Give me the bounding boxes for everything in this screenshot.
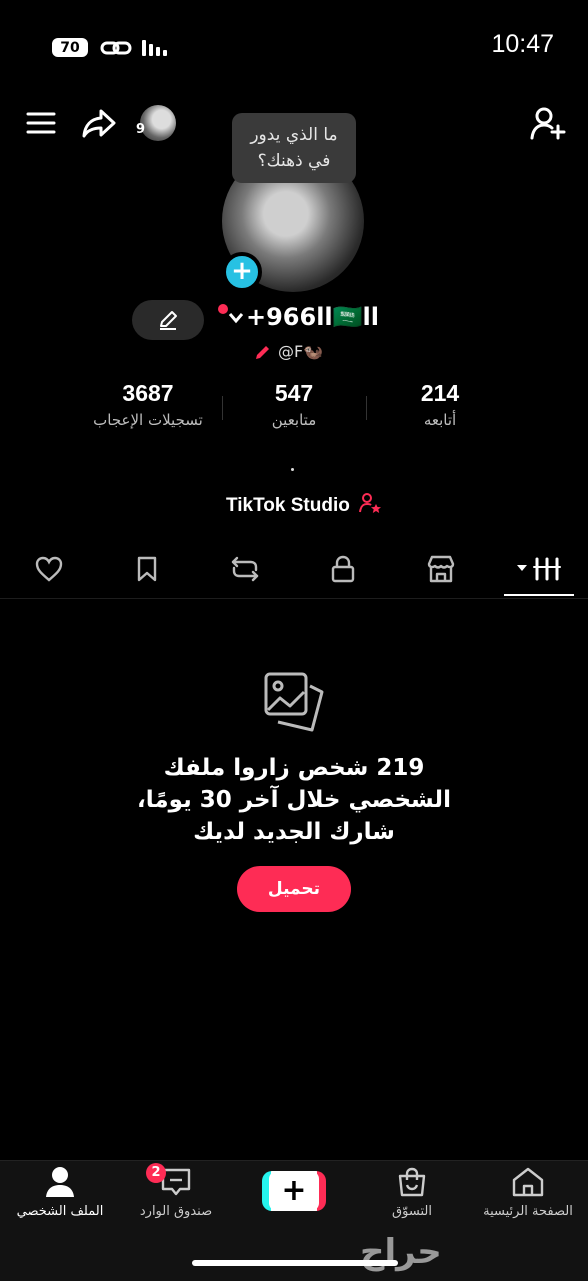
nav-inbox-label: صندوق الوارد (139, 1204, 213, 1219)
divider (222, 396, 223, 420)
lock-icon (331, 555, 355, 583)
bookmark-icon (137, 556, 157, 582)
heart-icon (35, 556, 63, 582)
likes-label: تسجيلات الإعجاب (93, 411, 203, 429)
following-label: أتابعه (423, 411, 457, 429)
following-count: 214 (420, 380, 460, 406)
creator-icon (358, 492, 382, 520)
home-indicator (192, 1260, 398, 1266)
nav-profile[interactable]: الملف الشخصي (0, 1166, 120, 1219)
username: +966ll🇸🇦ll (246, 303, 379, 331)
promo-message: 219 شخص زاروا ملفك الشخصي خلال آخر 30 يو… (137, 755, 451, 845)
plus-icon: + (269, 1171, 319, 1211)
link-icon (100, 38, 132, 62)
pencil-icon (254, 343, 274, 365)
profile-handle: @F🦦 (278, 342, 324, 361)
share-icon[interactable] (80, 104, 118, 142)
nav-shop[interactable]: التسوّق (352, 1166, 472, 1219)
nav-home[interactable]: الصفحة الرئيسية (468, 1166, 588, 1219)
notification-dot (218, 304, 228, 314)
bio-dot (291, 468, 294, 471)
nav-profile-label: الملف الشخصي (16, 1204, 104, 1219)
tab-liked[interactable] (0, 540, 98, 598)
tooltip-bubble[interactable]: ما الذي يدور في ذهنك؟ (232, 113, 356, 183)
chevron-down-icon[interactable] (228, 310, 244, 329)
content-tabs (0, 540, 588, 598)
tiktok-studio-link[interactable]: TikTok Studio (226, 492, 382, 520)
inbox-badge: 2 (146, 1163, 166, 1183)
upload-button[interactable]: تحميل (237, 866, 351, 912)
tab-private[interactable] (294, 540, 392, 598)
create-button[interactable]: + (262, 1171, 326, 1211)
clock: 10:47 (491, 30, 554, 58)
grid-sort-icon (517, 557, 561, 581)
divider (366, 396, 367, 420)
following-stat[interactable]: 214 أتابعه (370, 380, 510, 429)
tab-reposts[interactable] (196, 540, 294, 598)
shopping-bag-icon (398, 1167, 426, 1197)
followers-label: متابعين (271, 411, 317, 429)
followers-stat[interactable]: 547 متابعين (224, 380, 364, 429)
nav-inbox[interactable]: صندوق الوارد (116, 1166, 236, 1219)
edit-profile-button[interactable] (132, 300, 204, 340)
story-count: 9 (136, 122, 146, 137)
followers-count: 547 (274, 380, 314, 406)
menu-icon[interactable] (24, 106, 58, 140)
add-friend-icon[interactable] (528, 104, 568, 142)
repost-icon (231, 556, 259, 582)
nav-home-label: الصفحة الرئيسية (483, 1204, 573, 1219)
likes-stat[interactable]: 3687 تسجيلات الإعجاب (78, 380, 218, 429)
haraj-watermark: حراج (360, 1232, 442, 1272)
battery-indicator: 70 (52, 38, 88, 57)
photo-icon (264, 670, 326, 738)
tabs-divider (0, 598, 588, 599)
home-icon (512, 1167, 544, 1197)
shop-icon (427, 555, 455, 583)
add-story-button[interactable]: + (222, 252, 262, 292)
tab-favorites[interactable] (98, 540, 196, 598)
nav-shop-label: التسوّق (392, 1204, 432, 1219)
studio-label: TikTok Studio (226, 495, 350, 516)
person-icon (46, 1167, 74, 1197)
tab-videos[interactable] (490, 540, 588, 598)
story-avatar[interactable] (140, 105, 176, 141)
tab-shop[interactable] (392, 540, 490, 598)
likes-count: 3687 (122, 380, 174, 406)
signal-icon (142, 38, 170, 62)
